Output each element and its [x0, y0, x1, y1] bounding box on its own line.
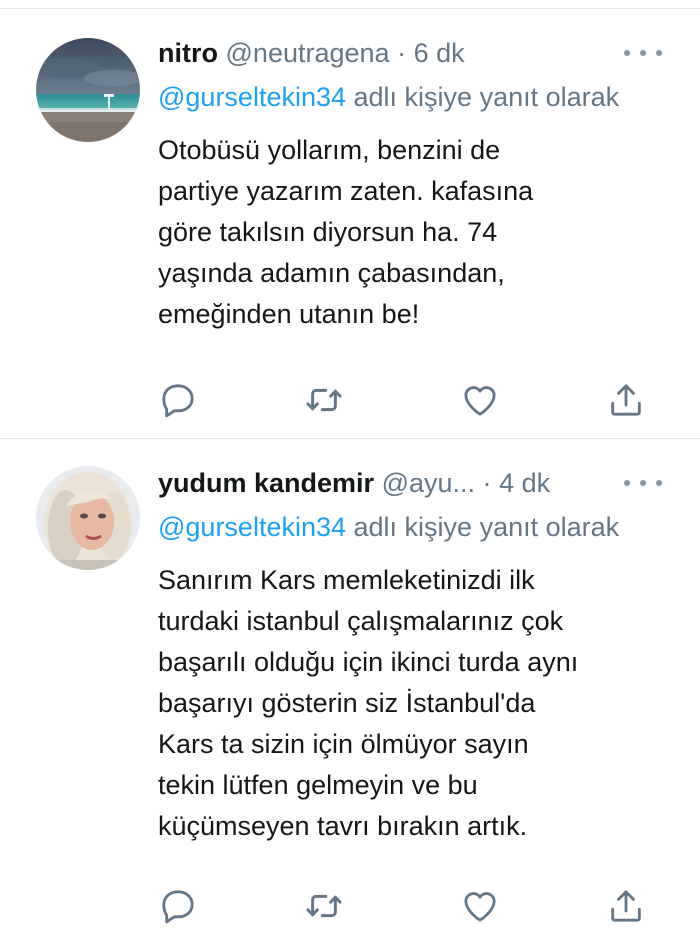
reply-mention-link[interactable]: @gurseltekin34 [158, 82, 346, 112]
tweet-text-line: partiye yazarım zaten. kafasına [158, 176, 534, 206]
separator-dot: · [482, 468, 492, 498]
more-icon[interactable] [624, 32, 662, 74]
tweet-text-line: Otobüsü yollarım, benzini de [158, 135, 501, 165]
share-icon[interactable] [604, 884, 648, 928]
tweet-text-line: Kars ta sizin için ölmüyor sayın [158, 729, 529, 759]
retweet-icon[interactable] [302, 884, 346, 928]
display-name[interactable]: yudum kandemir [158, 468, 374, 498]
avatar[interactable] [36, 38, 140, 142]
tweet-text-line: başarılı olduğu için ikinci turda aynı [158, 647, 579, 677]
tweet[interactable]: nitro @neutragena · 6 dk @gurseltekin34 … [0, 10, 700, 439]
separator-dot: · [397, 38, 407, 68]
tweet-content: nitro @neutragena · 6 dk @gurseltekin34 … [158, 32, 676, 335]
tweet-text-line: başarıyı gösterin siz İstanbul'da [158, 688, 536, 718]
reply-suffix: adlı kişiye yanıt olarak [346, 512, 620, 542]
reply-icon[interactable] [156, 378, 200, 422]
timestamp[interactable]: 4 dk [499, 468, 550, 498]
tweet-text-line: turdaki istanbul çalışmalarınız çok [158, 606, 564, 636]
like-icon[interactable] [458, 378, 502, 422]
tweet-text-line: göre takılsın diyorsun ha. 74 [158, 217, 498, 247]
beach-storm-photo [36, 38, 140, 142]
retweet-icon[interactable] [302, 378, 346, 422]
tweet-text-line: yaşında adamın çabasından, [158, 258, 505, 288]
tweet[interactable]: yudum kandemir @ayu... · 4 dk @gurseltek… [0, 440, 700, 930]
tweet-text: Sanırım Kars memleketinizdi ilk turdaki … [158, 560, 658, 847]
tweet-text-line: Sanırım Kars memleketinizdi ilk [158, 565, 535, 595]
tweet-text-line: emeğinden utanın be! [158, 299, 420, 329]
like-icon[interactable] [458, 884, 502, 928]
tweet-header: nitro @neutragena · 6 dk [158, 32, 676, 74]
tweet-actions [0, 374, 700, 426]
user-handle[interactable]: @neutragena [226, 38, 390, 68]
tweet-header: yudum kandemir @ayu... · 4 dk [158, 462, 676, 504]
reply-suffix: adlı kişiye yanıt olarak [346, 82, 620, 112]
avatar[interactable] [36, 466, 140, 570]
display-name[interactable]: nitro [158, 38, 218, 68]
share-icon[interactable] [604, 378, 648, 422]
more-icon[interactable] [624, 462, 662, 504]
tweet-text-line: küçümseyen tavrı bırakın artık. [158, 811, 528, 841]
reply-icon[interactable] [156, 884, 200, 928]
tweet-text: Otobüsü yollarım, benzini de partiye yaz… [158, 130, 658, 335]
tweet-feed: nitro @neutragena · 6 dk @gurseltekin34 … [0, 0, 700, 930]
replying-to: @gurseltekin34 adlı kişiye yanıt olarak [158, 506, 628, 548]
replying-to: @gurseltekin34 adlı kişiye yanıt olarak [158, 76, 628, 118]
reply-mention-link[interactable]: @gurseltekin34 [158, 512, 346, 542]
top-divider [0, 0, 700, 9]
user-handle[interactable]: @ayu... [382, 468, 475, 498]
profile-photo-blonde-woman [36, 466, 140, 570]
tweet-content: yudum kandemir @ayu... · 4 dk @gurseltek… [158, 462, 676, 847]
timestamp[interactable]: 6 dk [414, 38, 465, 68]
tweet-text-line: tekin lütfen gelmeyin ve bu [158, 770, 478, 800]
tweet-actions [0, 880, 700, 932]
